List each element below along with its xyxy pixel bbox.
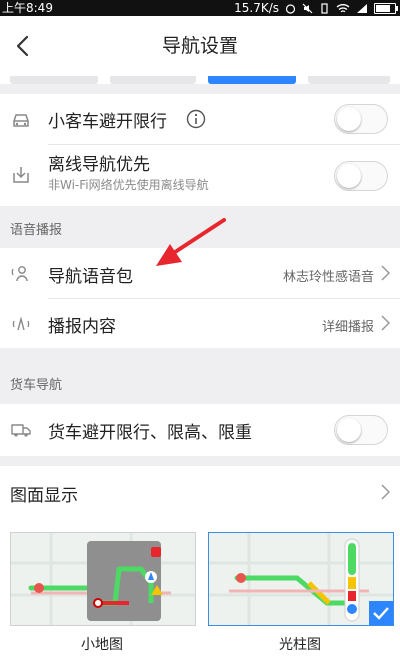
scrolled-option-strip <box>0 76 400 84</box>
truck-section-header: 货车导航 <box>10 378 63 393</box>
settings-section-general: 小客车避开限行 离线导航优先 非Wi-Fi网络优先使用离线导航 <box>0 94 400 206</box>
option-segment[interactable] <box>10 76 98 84</box>
chevron-right-icon <box>381 484 390 500</box>
offline-nav-label: 离线导航优先 <box>48 155 150 175</box>
offline-nav-toggle[interactable] <box>334 161 388 191</box>
truck-icon <box>11 424 31 437</box>
page-title: 导航设置 <box>161 35 238 57</box>
info-icon[interactable] <box>186 109 206 129</box>
broadcast-icon <box>12 316 30 331</box>
download-icon <box>13 167 29 183</box>
row-truck-avoid: 货车避开限行、限高、限重 <box>0 404 400 456</box>
display-option-minimap[interactable] <box>10 532 196 626</box>
avoid-restriction-label: 小客车避开限行 <box>48 112 167 132</box>
row-avoid-restriction: 小客车避开限行 <box>0 94 400 144</box>
car-icon <box>13 114 29 127</box>
broadcast-label: 播报内容 <box>48 317 116 337</box>
selected-check-badge <box>369 601 393 625</box>
battery-icon <box>374 2 398 14</box>
signal-icon <box>357 3 367 13</box>
avoid-restriction-toggle[interactable] <box>334 104 388 134</box>
voice-pack-value: 林志玲性感语音 <box>282 270 374 285</box>
truck-avoid-label: 货车避开限行、限高、限重 <box>48 423 252 443</box>
wifi-icon <box>336 3 350 12</box>
option-segment[interactable] <box>110 76 196 84</box>
offline-nav-subtitle: 非Wi-Fi网络优先使用离线导航 <box>48 178 209 192</box>
map-display-label: 图面显示 <box>10 486 78 506</box>
vibrate-icon <box>321 2 328 14</box>
toggle-knob <box>337 418 361 442</box>
network-speed: 15.7K/s <box>234 1 279 15</box>
option-segment-selected[interactable] <box>208 76 296 84</box>
mute-icon <box>302 3 313 13</box>
toggle-knob <box>337 164 361 188</box>
row-offline-nav: 离线导航优先 非Wi-Fi网络优先使用离线导航 <box>0 145 400 205</box>
annotation-arrow-icon <box>156 218 226 266</box>
chevron-right-icon <box>381 265 390 281</box>
settings-section-truck: 货车避开限行、限高、限重 <box>0 404 400 456</box>
alarm-icon <box>285 3 296 14</box>
minimap-preview-image <box>11 533 195 625</box>
row-map-display[interactable]: 图面显示 <box>0 466 400 518</box>
chevron-right-icon <box>381 315 390 331</box>
toggle-knob <box>337 107 361 131</box>
check-icon <box>373 607 389 620</box>
status-icons: 15.7K/s <box>234 0 398 16</box>
lightbar-preview-image <box>209 533 393 625</box>
truck-avoid-toggle[interactable] <box>334 415 388 445</box>
display-option-lightbar[interactable] <box>208 532 394 626</box>
row-broadcast-content[interactable]: 播报内容 详细播报 <box>0 299 400 348</box>
minimap-caption: 小地图 <box>81 637 123 653</box>
voice-section-header: 语音播报 <box>10 223 63 238</box>
status-bar: 上午8:49 15.7K/s <box>0 0 400 16</box>
voice-pack-label: 导航语音包 <box>48 267 133 287</box>
option-segment[interactable] <box>308 76 390 84</box>
app-header: 导航设置 <box>0 16 400 76</box>
broadcast-value: 详细播报 <box>321 320 374 335</box>
lightbar-caption: 光柱图 <box>279 637 321 653</box>
voice-person-icon <box>11 266 28 282</box>
status-time: 上午8:49 <box>2 1 53 15</box>
